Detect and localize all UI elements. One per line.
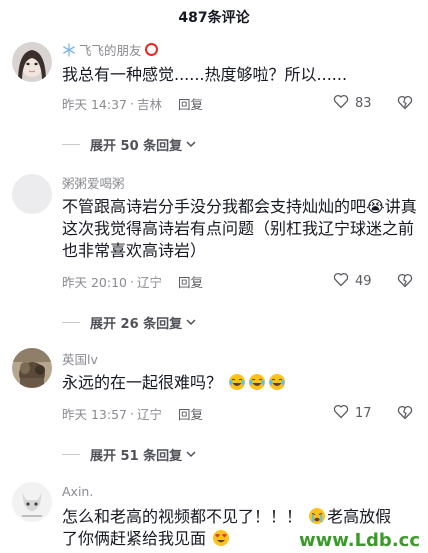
username-label: 英国lv (62, 352, 98, 367)
comment-meta: 昨天 13:57 · 辽宁 回复 (62, 404, 203, 423)
comment-text: 不管跟高诗岩分手没分我都会支持灿灿的吧😭讲真这次我觉得高诗岩有点问题（别杠我辽宁… (62, 197, 417, 260)
comment-count-label: 487条评论 (178, 10, 250, 26)
dislike-button[interactable] (397, 95, 413, 114)
comment-meta: 昨天 20:10 · 辽宁 回复 (62, 272, 203, 291)
comment-text: 我总有一种感觉......热度够啦？所以...... (62, 65, 348, 84)
username-label: Axin. (62, 484, 94, 499)
reply-button[interactable]: 回复 (178, 94, 203, 113)
like-count: 49 (355, 274, 372, 289)
watermark: www.Ldb.cc (297, 530, 422, 551)
comment-username[interactable]: Axin. (62, 484, 93, 499)
reply-button[interactable]: 回复 (178, 404, 203, 423)
comment-username[interactable]: 英国lv (62, 349, 98, 368)
avatar[interactable] (12, 174, 52, 214)
red-circle-icon (144, 43, 158, 56)
expand-replies-label: 展开 26 条回复 (90, 317, 183, 332)
laughing-tears-emoji-icon (268, 373, 286, 391)
expand-replies-label: 展开 50 条回复 (90, 139, 183, 154)
comment-count-title: 487条评论 (0, 0, 428, 34)
comment-location: 辽宁 (136, 407, 162, 422)
expand-replies-label: 展开 51 条回复 (90, 449, 183, 464)
meta-separator: · (130, 96, 134, 111)
comment-meta: 昨天 14:37 · 吉林 回复 (62, 94, 203, 113)
laughing-tears-emoji-icon (228, 373, 246, 391)
crying-face-emoji-icon (308, 507, 326, 525)
broken-heart-icon (397, 95, 413, 114)
username-label: 飞飞的朋友 (79, 43, 142, 58)
avatar[interactable] (12, 42, 52, 82)
snowflake-icon (62, 42, 76, 57)
comment-location: 吉林 (136, 97, 162, 112)
comment-time: 昨天 20:10 (62, 275, 127, 290)
broken-heart-icon (397, 273, 413, 292)
chevron-down-icon (182, 447, 196, 462)
dislike-button[interactable] (397, 273, 413, 292)
comment-text-content: 永远的在一起很难吗？ (62, 373, 223, 392)
comment-username[interactable]: 粥粥爱喝粥 (62, 173, 125, 192)
like-count: 17 (355, 406, 372, 421)
comment-text-tail: 老高放假 (327, 507, 392, 526)
meta-separator: · (130, 274, 134, 289)
like-button[interactable]: 49 (333, 272, 372, 291)
heart-outline-icon (333, 404, 355, 423)
reply-button[interactable]: 回复 (178, 272, 203, 291)
comment-item: 粥粥爱喝粥 不管跟高诗岩分手没分我都会支持灿灿的吧😭讲真这次我觉得高诗岩有点问题… (0, 164, 428, 334)
divider-dash (62, 454, 80, 455)
chevron-down-icon (182, 315, 196, 330)
comment-item: 英国lv 永远的在一起很难吗？ 昨天 13:57 · 辽宁 回复 17 展开 5… (0, 334, 428, 468)
expand-replies-button[interactable]: 展开 26 条回复 (62, 313, 196, 332)
avatar[interactable] (12, 482, 52, 522)
like-button[interactable]: 17 (333, 404, 372, 423)
divider-dash (62, 322, 80, 323)
heart-outline-icon (333, 272, 355, 291)
like-count: 83 (355, 96, 372, 111)
comment-text-line2: 了你俩赶紧给我见面 (62, 529, 207, 548)
heart-eyes-emoji-icon (212, 529, 230, 547)
comment-item: 飞飞的朋友 我总有一种感觉......热度够啦？所以...... 昨天 14:3… (0, 34, 428, 164)
laughing-tears-emoji-icon (248, 373, 266, 391)
expand-replies-button[interactable]: 展开 51 条回复 (62, 445, 196, 464)
comment-text-content: 怎么和老高的视频都不见了！！！ (62, 507, 303, 526)
like-button[interactable]: 83 (333, 94, 372, 113)
dislike-button[interactable] (397, 405, 413, 424)
heart-outline-icon (333, 94, 355, 113)
username-label: 粥粥爱喝粥 (62, 176, 125, 191)
comment-text: 永远的在一起很难吗？ (62, 372, 422, 394)
comment-time: 昨天 14:37 (62, 97, 127, 112)
avatar[interactable] (12, 348, 52, 388)
comment-username[interactable]: 飞飞的朋友 (62, 40, 158, 59)
comment-time: 昨天 13:57 (62, 407, 127, 422)
comment-location: 辽宁 (136, 275, 162, 290)
chevron-down-icon (182, 137, 196, 152)
meta-separator: · (130, 406, 134, 421)
divider-dash (62, 144, 80, 145)
expand-replies-button[interactable]: 展开 50 条回复 (62, 135, 196, 154)
broken-heart-icon (397, 405, 413, 424)
